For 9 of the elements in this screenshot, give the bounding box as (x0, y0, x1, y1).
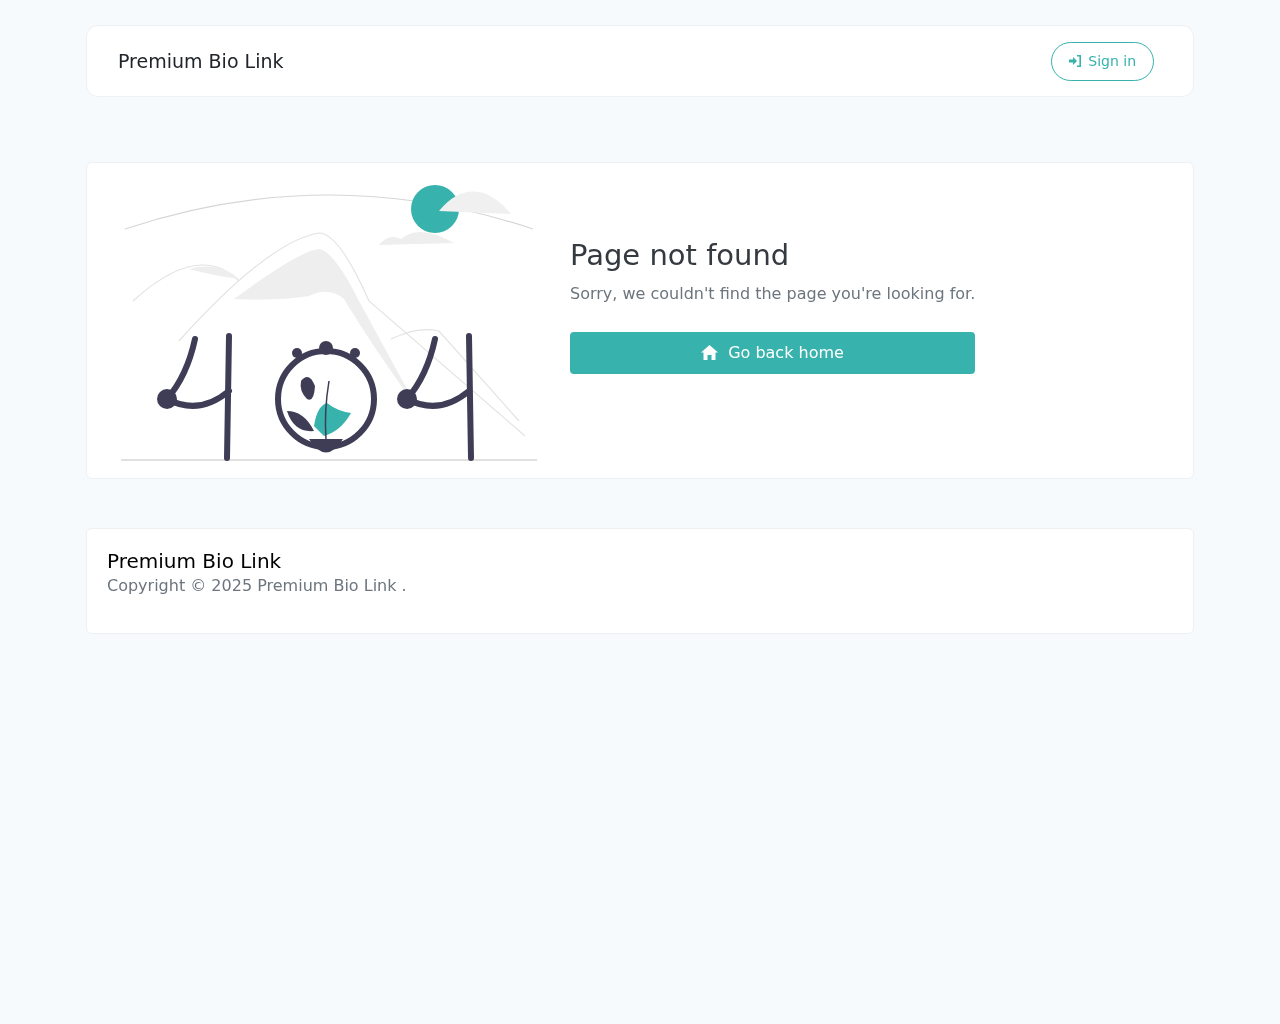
error-title: Page not found (570, 237, 791, 274)
error-message: Sorry, we couldn't find the page you're looking for. (570, 282, 976, 305)
sign-in-button[interactable]: Sign in (1051, 41, 1154, 81)
sign-in-icon (1069, 55, 1083, 67)
footer-title: Premium Bio Link (107, 549, 283, 574)
go-back-home-button[interactable]: Go back home (570, 331, 975, 374)
home-icon (701, 345, 719, 361)
copyright-text: Copyright © 2025 Premium Bio Link . (107, 575, 408, 597)
site-title[interactable]: Premium Bio Link (118, 46, 284, 76)
